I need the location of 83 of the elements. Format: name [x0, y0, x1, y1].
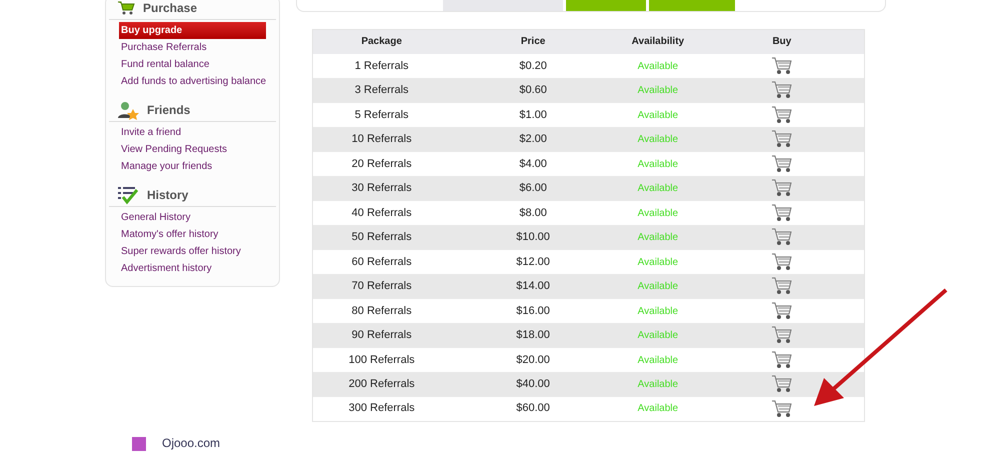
section-heading: History — [147, 186, 188, 204]
package-name: 20 Referrals — [352, 158, 412, 170]
availability-status: Available — [638, 134, 678, 145]
sidebar-link[interactable]: Manage your friends — [119, 158, 266, 175]
price: $12.00 — [516, 256, 550, 268]
availability-status: Available — [638, 208, 678, 218]
cart-icon[interactable] — [770, 374, 793, 394]
sidebar-link[interactable]: Advertisment history — [119, 260, 266, 277]
sidebar-link[interactable]: Fund rental balance — [119, 56, 266, 73]
cart-icon[interactable] — [770, 350, 793, 370]
availability-status: Available — [638, 232, 678, 243]
availability-status: Available — [638, 281, 678, 292]
package-name: 3 Referrals — [354, 84, 409, 96]
cart-icon[interactable] — [770, 129, 793, 150]
package-name: 80 Referrals — [352, 304, 412, 316]
sidebar-link[interactable]: Add funds to advertising balance — [119, 73, 266, 90]
sidebar-link[interactable]: Matomy's offer history — [119, 226, 266, 243]
cart-icon[interactable] — [770, 276, 793, 296]
column-header: Buy — [700, 30, 864, 54]
sidebar-link[interactable]: Buy upgrade — [119, 22, 266, 39]
availability-status: Available — [638, 403, 678, 414]
column-header: Package — [312, 30, 450, 54]
cart-icon[interactable] — [770, 300, 793, 321]
price: $2.00 — [519, 133, 547, 145]
availability-status: Available — [638, 85, 678, 96]
availability-status: Available — [638, 330, 678, 341]
price: $10.00 — [516, 231, 550, 243]
sidebar-link[interactable]: General History — [119, 209, 266, 226]
cart-icon[interactable] — [770, 325, 793, 346]
cart-icon[interactable] — [770, 227, 793, 248]
availability-status: Available — [638, 110, 678, 120]
cart-icon[interactable] — [770, 56, 793, 76]
availability-status: Available — [638, 306, 678, 316]
cart-icon[interactable] — [770, 202, 793, 223]
section-heading: Friends — [147, 102, 190, 118]
sidebar-link[interactable]: Super rewards offer history — [119, 243, 266, 260]
availability-status: Available — [638, 354, 678, 366]
cart-icon[interactable] — [770, 398, 793, 418]
column-header: Price — [450, 30, 616, 54]
footer-link[interactable]: Ojooo.com — [162, 434, 220, 452]
price: $6.00 — [519, 182, 547, 194]
price: $20.00 — [516, 354, 550, 366]
checklist-icon — [117, 184, 139, 204]
package-name: 30 Referrals — [352, 182, 412, 194]
price: $40.00 — [516, 378, 550, 390]
sidebar-link[interactable]: Invite a friend — [119, 124, 266, 141]
package-name: 40 Referrals — [352, 206, 412, 218]
price: $18.00 — [516, 329, 550, 341]
availability-status: Available — [638, 158, 678, 170]
sidebar-link[interactable]: View Pending Requests — [119, 141, 266, 158]
cart-icon[interactable] — [770, 154, 793, 174]
section-heading: Purchase — [143, 0, 198, 16]
package-name: 70 Referrals — [352, 280, 412, 292]
cart-icon[interactable] — [770, 104, 793, 125]
price: $1.00 — [519, 108, 547, 120]
price: $4.00 — [519, 158, 547, 170]
package-name: 60 Referrals — [352, 256, 412, 268]
column-header: Availability — [616, 30, 700, 54]
package-name: 10 Referrals — [352, 133, 412, 145]
package-name: 5 Referrals — [354, 108, 409, 120]
package-name: 100 Referrals — [348, 354, 415, 366]
sidebar-link[interactable]: Purchase Referrals — [119, 39, 266, 56]
price: $16.00 — [516, 304, 550, 316]
cart-icon[interactable] — [770, 80, 793, 100]
availability-status: Available — [638, 379, 678, 390]
package-name: 200 Referrals — [348, 378, 415, 390]
package-name: 300 Referrals — [348, 402, 415, 414]
cart-icon[interactable] — [770, 178, 793, 198]
package-name: 50 Referrals — [352, 231, 412, 243]
availability-status: Available — [638, 183, 678, 194]
availability-status: Available — [638, 256, 678, 268]
availability-status: Available — [638, 60, 678, 72]
package-name: 1 Referrals — [354, 60, 409, 72]
package-name: 90 Referrals — [352, 329, 412, 341]
cart-icon[interactable] — [770, 252, 793, 272]
cart-icon — [117, 0, 135, 16]
people-star-icon — [117, 100, 139, 120]
price: $14.00 — [516, 280, 550, 292]
price: $0.60 — [519, 84, 547, 96]
site-logo-icon — [132, 437, 146, 451]
price: $60.00 — [516, 402, 550, 414]
price: $8.00 — [519, 206, 547, 218]
price: $0.20 — [519, 60, 547, 72]
